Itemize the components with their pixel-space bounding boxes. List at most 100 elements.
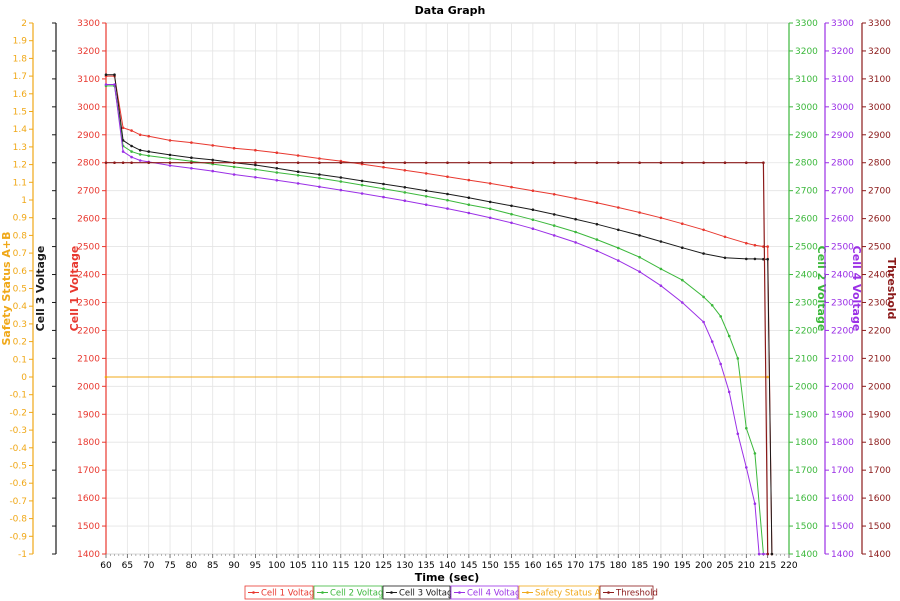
series-point-cell1 xyxy=(147,134,150,138)
series-point-cell1 xyxy=(531,189,535,192)
series-point-threshold xyxy=(275,161,279,164)
series-point-cell2 xyxy=(467,203,471,206)
series-point-threshold xyxy=(467,161,471,164)
series-point-cell2 xyxy=(275,171,279,174)
series-point-cell2 xyxy=(424,195,428,198)
series-point-cell1 xyxy=(382,165,385,169)
y-tick-label: 2700 xyxy=(77,187,100,197)
series-point-cell1 xyxy=(681,222,684,225)
series-point-cell4 xyxy=(710,340,714,343)
series-point-cell1 xyxy=(702,228,705,232)
chart-root: Data Graph 60 65 70 75 80 85 90 95 100 105 110 115 1… xyxy=(0,0,900,601)
series-point-cell3 xyxy=(190,156,193,159)
x-tick-label: 80 xyxy=(186,561,198,571)
series-point-cell3 xyxy=(745,257,748,261)
legend-label: Cell 3 Voltage xyxy=(399,589,458,599)
series-point-cell3 xyxy=(424,189,428,192)
y-axis-title-cell4: Cell 4 Voltage xyxy=(850,246,863,332)
series-point-threshold xyxy=(296,161,300,164)
legend-marker xyxy=(321,591,324,594)
y-tick-label: 1700 xyxy=(831,466,854,476)
series-point-cell2 xyxy=(138,153,142,156)
series-point-cell3 xyxy=(488,200,492,204)
x-tick-label: 205 xyxy=(716,561,733,571)
series-point-threshold xyxy=(232,161,236,164)
y-tick-label: 2000 xyxy=(795,382,818,392)
x-tick-label: 160 xyxy=(524,561,541,571)
series-point-cell3 xyxy=(339,176,343,179)
series-point-cell1 xyxy=(723,235,727,239)
y-tick-label: -0.2 xyxy=(9,408,27,418)
y-tick-label: 1.4 xyxy=(13,125,28,135)
series-point-threshold xyxy=(681,161,684,164)
y-tick-label: -0.3 xyxy=(9,426,27,436)
series-point-cell3 xyxy=(638,234,641,237)
series-point-cell4 xyxy=(382,195,385,199)
series-point-cell4 xyxy=(446,207,449,210)
series-point-cell1 xyxy=(190,141,193,144)
series-point-cell1 xyxy=(121,126,125,130)
y-tick-label: 2100 xyxy=(795,354,818,364)
series-point-cell2 xyxy=(318,176,321,180)
series-point-cell1 xyxy=(130,129,133,132)
y-tick-label: 2000 xyxy=(868,382,891,392)
y-tick-label: 1.7 xyxy=(13,72,27,82)
series-point-cell2 xyxy=(254,168,257,171)
series-point-threshold xyxy=(723,161,727,164)
y-tick-label: 1.2 xyxy=(13,161,27,171)
series-point-cell3 xyxy=(382,182,385,186)
series-point-cell1 xyxy=(403,169,407,172)
x-tick-label: 145 xyxy=(460,561,477,571)
y-tick-label: 2800 xyxy=(831,159,854,169)
series-point-cell2 xyxy=(130,150,133,153)
series-point-cell3 xyxy=(617,228,620,232)
y-tick-label: 2700 xyxy=(868,187,891,197)
x-tick-label: 175 xyxy=(588,561,605,571)
chart-title: Data Graph xyxy=(415,4,486,17)
legend-item-cell2: Cell 2 Voltage xyxy=(313,585,389,600)
series-point-cell4 xyxy=(595,249,599,253)
x-tick-label: 90 xyxy=(228,561,240,571)
x-tick-label: 130 xyxy=(396,561,413,571)
series-point-cell4 xyxy=(403,199,407,202)
x-tick-label: 195 xyxy=(674,561,691,571)
y-tick-label: 1900 xyxy=(868,410,891,420)
y-tick-label: 3200 xyxy=(831,47,854,57)
series-point-cell1 xyxy=(232,146,236,150)
y-tick-label: 0.2 xyxy=(13,338,27,348)
y-tick-label: 3200 xyxy=(795,47,818,57)
series-point-threshold xyxy=(360,161,364,164)
series-point-threshold xyxy=(211,161,214,164)
y-tick-label: 1500 xyxy=(868,522,891,532)
series-point-cell4 xyxy=(753,502,757,506)
y-tick-label: 3000 xyxy=(831,103,854,113)
x-tick-label: 125 xyxy=(375,561,392,571)
y-tick-label: 1400 xyxy=(77,550,100,560)
y-tick-label: 2400 xyxy=(795,271,818,281)
series-point-threshold xyxy=(574,161,577,164)
series-point-cell1 xyxy=(745,241,748,245)
legend: Cell 1 Voltage Cell 2 Voltage Cell 3 Volta… xyxy=(244,585,658,600)
legend-marker xyxy=(252,591,255,594)
y-tick-label: 1600 xyxy=(795,494,818,504)
legend-item-cell4: Cell 4 Voltage xyxy=(450,585,526,600)
series-point-cell2 xyxy=(147,154,150,158)
series-point-cell1 xyxy=(488,182,492,185)
series-point-cell3 xyxy=(403,186,407,189)
series-point-cell4 xyxy=(275,179,279,182)
series-point-threshold xyxy=(762,161,765,164)
series-point-cell2 xyxy=(168,157,172,160)
series-point-cell2 xyxy=(702,295,705,299)
series-point-cell2 xyxy=(710,304,714,307)
series-point-cell3 xyxy=(130,144,133,148)
series-point-cell1 xyxy=(424,172,428,175)
x-tick-label: 105 xyxy=(290,561,307,571)
series-point-threshold xyxy=(403,161,407,164)
series-point-cell1 xyxy=(211,144,214,147)
series-point-cell3 xyxy=(138,148,142,152)
series-point-threshold xyxy=(531,161,535,164)
y-tick-label: 1500 xyxy=(77,522,100,532)
x-tick-label: 150 xyxy=(482,561,499,571)
y-tick-label: 0.6 xyxy=(13,267,28,277)
series-point-cell2 xyxy=(736,357,740,360)
